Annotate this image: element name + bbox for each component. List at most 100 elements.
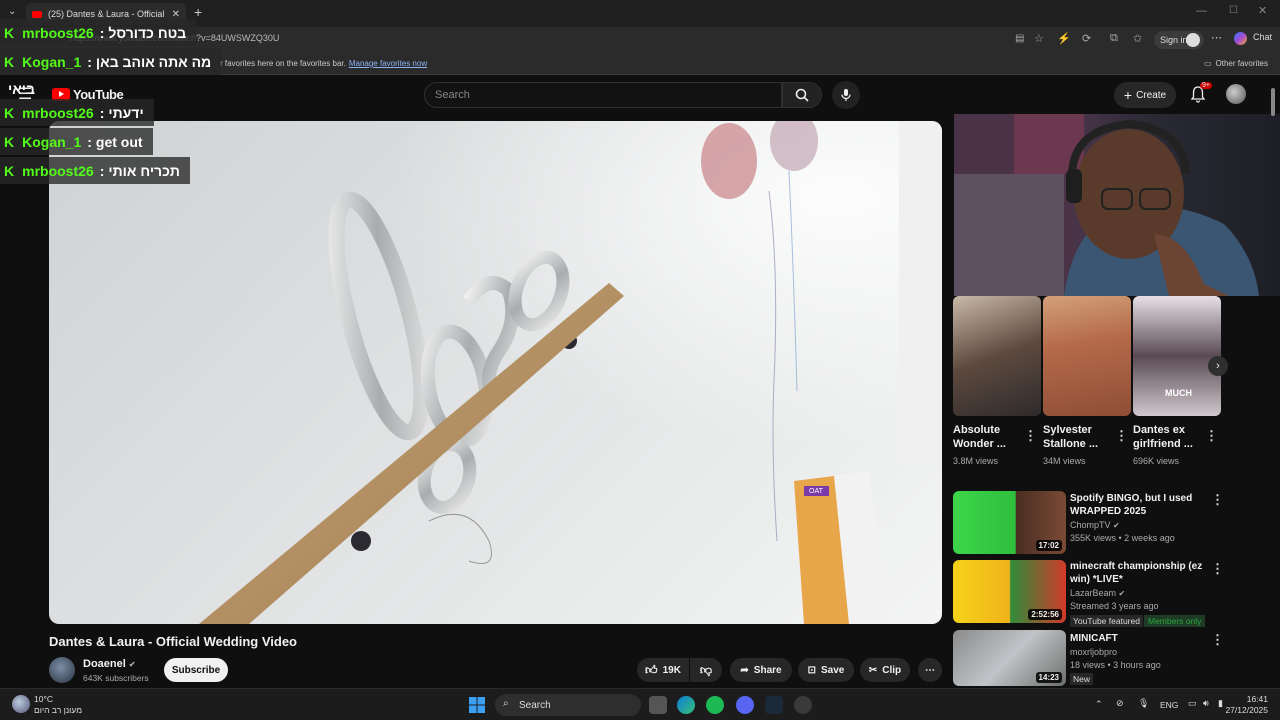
account-avatar[interactable] — [1226, 84, 1246, 104]
page-scrollbar[interactable] — [1270, 80, 1276, 680]
profile-icon — [1186, 33, 1200, 47]
short-title[interactable]: Absolute Wonder ... — [953, 423, 1023, 451]
video-meta: 355K views • 2 weeks ago — [1070, 533, 1175, 543]
extension-icon[interactable]: ⚡ — [1057, 32, 1071, 45]
verified-icon: ✔ — [1113, 521, 1120, 530]
shorts-next-button[interactable]: › — [1208, 356, 1228, 376]
chat-message: K mrboost26 : בטח כדורסל — [0, 19, 197, 46]
video-title[interactable]: MINICAFT — [1070, 632, 1210, 645]
video-thumbnail[interactable]: 2:52:56 — [953, 560, 1066, 623]
reader-icon[interactable]: ▤ — [1015, 33, 1024, 44]
search-button[interactable] — [782, 82, 822, 108]
video-title[interactable]: Spotify BINGO, but I used WRAPPED 2025 — [1070, 492, 1210, 518]
weather-widget[interactable]: 10°C מעונן רב היום — [34, 694, 82, 716]
short-more-icon[interactable]: ⋮ — [1115, 428, 1128, 444]
new-tab-button[interactable]: + — [194, 4, 202, 20]
taskbar-search[interactable]: ⌕ Search — [495, 694, 641, 716]
short-title[interactable]: Dantes ex girlfriend ... — [1133, 423, 1203, 451]
scrollbar-thumb[interactable] — [1271, 88, 1275, 116]
weather-icon[interactable] — [12, 695, 30, 713]
short-more-icon[interactable]: ⋮ — [1205, 428, 1218, 444]
featured-badge: YouTube featured — [1070, 615, 1143, 627]
close-window-button[interactable]: ✕ — [1258, 4, 1267, 17]
short-thumbnail[interactable] — [953, 296, 1041, 416]
manage-favorites-link[interactable]: Manage favorites now — [349, 59, 427, 68]
share-button[interactable]: ➦ Share — [730, 658, 792, 682]
channel-avatar[interactable] — [49, 657, 75, 683]
maximize-button[interactable]: ☐ — [1229, 5, 1238, 16]
dislike-button[interactable]: 👎︎ — [690, 658, 722, 682]
more-actions-button[interactable]: ⋯ — [918, 658, 942, 682]
subscriber-count: 643K subscribers — [83, 673, 149, 683]
signin-button[interactable]: Sign in — [1154, 31, 1204, 49]
video-title[interactable]: minecraft championship (ez win) *LIVE* — [1070, 560, 1210, 586]
video-more-icon[interactable]: ⋮ — [1211, 561, 1224, 577]
scissors-icon: ✂ — [868, 664, 878, 676]
favorites-icon[interactable]: ✩ — [1133, 32, 1142, 45]
battery-tray-icon[interactable]: ▮ — [1218, 698, 1223, 709]
channel-name[interactable]: Doaenel ✔ — [83, 658, 136, 670]
plus-icon: + — [1123, 87, 1133, 103]
steam-icon[interactable] — [765, 696, 783, 714]
save-button[interactable]: ⊡ Save — [798, 658, 854, 682]
mic-tray-icon[interactable]: 🎙︎ — [1138, 698, 1149, 709]
display-tray-icon[interactable]: ▭ — [1188, 698, 1197, 709]
other-favorites[interactable]: ▭ Other favorites — [1204, 59, 1268, 68]
system-clock[interactable]: 16:41 27/12/2025 — [1225, 694, 1268, 716]
chat-username: Kogan_1 — [22, 133, 82, 150]
spotify-icon[interactable] — [706, 696, 724, 714]
kick-icon: K — [4, 104, 15, 121]
language-indicator[interactable]: ENG — [1160, 700, 1178, 710]
video-player[interactable]: OAT — [49, 121, 942, 624]
task-view-icon[interactable] — [649, 696, 667, 714]
copilot-icon[interactable] — [1234, 32, 1247, 45]
like-button[interactable]: 👍︎ 19K — [637, 658, 689, 682]
voice-search-button[interactable] — [832, 81, 860, 109]
chat-button[interactable]: Chat — [1253, 32, 1272, 42]
short-title[interactable]: Sylvester Stallone ... — [1043, 423, 1113, 451]
windows-start-icon[interactable] — [469, 697, 485, 713]
minimize-button[interactable]: — — [1196, 5, 1207, 17]
refresh-extension-icon[interactable]: ⟳ — [1082, 32, 1091, 45]
video-duration: 14:23 — [1035, 672, 1062, 683]
video-meta: Streamed 3 years ago — [1070, 601, 1159, 611]
video-thumbnail[interactable]: 17:02 — [953, 491, 1066, 554]
save-label: Save — [821, 664, 845, 676]
short-thumbnail[interactable] — [1043, 296, 1131, 416]
split-screen-icon[interactable]: ⧉ — [1110, 32, 1118, 45]
create-button[interactable]: + Create — [1114, 82, 1176, 108]
close-tab-icon[interactable]: ✕ — [172, 9, 180, 20]
new-badge: New — [1070, 673, 1094, 685]
tray-chevron-up-icon[interactable]: ⌃ — [1095, 699, 1103, 710]
discord-icon[interactable] — [736, 696, 754, 714]
more-menu-icon[interactable]: ⋯ — [1211, 31, 1222, 44]
video-more-icon[interactable]: ⋮ — [1211, 632, 1224, 648]
search-placeholder: Search — [435, 89, 470, 101]
edge-browser-icon[interactable] — [677, 696, 695, 714]
chat-username: mrboost26 — [22, 104, 94, 121]
video-frame: OAT — [49, 121, 942, 624]
clip-button[interactable]: ✂ Clip — [860, 658, 910, 682]
tab-title: (25) Dantes & Laura - Official Wed — [48, 9, 166, 19]
video-channel[interactable]: ChompTV ✔ — [1070, 519, 1120, 532]
settings-icon[interactable] — [794, 696, 812, 714]
create-label: Create — [1136, 89, 1167, 101]
subscribe-button[interactable]: Subscribe — [164, 658, 228, 682]
volume-tray-icon[interactable]: 🔊︎ — [1203, 698, 1209, 709]
video-channel[interactable]: LazarBeam ✔ — [1070, 587, 1125, 600]
kick-icon: K — [4, 162, 15, 179]
video-channel[interactable]: moxrljobpro — [1070, 646, 1117, 659]
chat-text: תכריח אותי — [108, 162, 180, 179]
short-more-icon[interactable]: ⋮ — [1024, 428, 1037, 444]
search-input[interactable]: Search — [424, 82, 782, 108]
short-views: 3.8M views — [953, 456, 999, 466]
chat-text: מה אתה אוהב באן — [95, 53, 212, 70]
menu-hamburger-icon[interactable]: ☰ — [18, 84, 32, 104]
tab-actions-chevron-icon[interactable]: ⌄ — [8, 6, 16, 17]
favorite-star-icon[interactable]: ☆ — [1034, 32, 1044, 45]
kick-icon: K — [4, 53, 15, 70]
short-thumbnail[interactable]: MUCH — [1133, 296, 1221, 416]
network-tray-icon[interactable]: ⊘ — [1116, 698, 1124, 709]
video-thumbnail[interactable]: 14:23 — [953, 630, 1066, 686]
video-more-icon[interactable]: ⋮ — [1211, 492, 1224, 508]
